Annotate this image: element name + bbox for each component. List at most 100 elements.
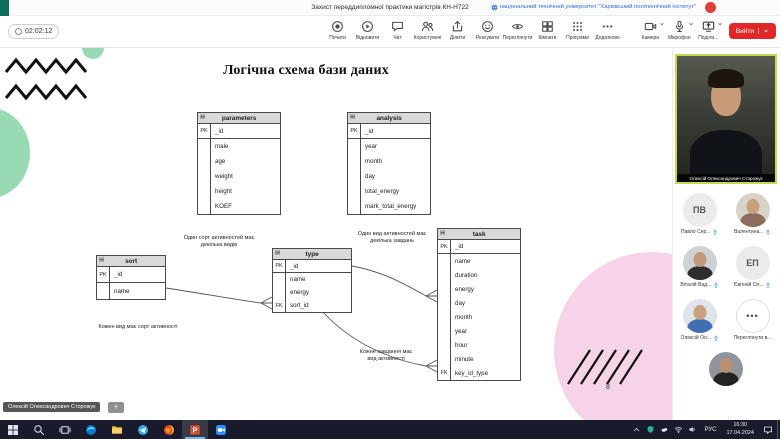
- chevron-up-icon[interactable]: [629, 420, 643, 439]
- users-icon: [421, 20, 434, 33]
- corner-accent: [0, 0, 9, 16]
- toolbar-rooms-button[interactable]: Кімнати: [533, 19, 562, 41]
- relation-label-3: Один вид активностей має декілька завдан…: [358, 231, 426, 246]
- speaker-pill-expand-button[interactable]: +: [108, 402, 124, 413]
- toolbar-camera-button[interactable]: Камера: [637, 19, 664, 41]
- folder-icon: [111, 424, 123, 436]
- participant-1[interactable]: ПВ Павло Сер...: [674, 193, 726, 235]
- toolbar-start-label: Почати: [329, 35, 346, 41]
- toolbar-apps-button[interactable]: Програми: [563, 19, 592, 41]
- system-tray: РУС 16:30 17.04.2024: [629, 420, 780, 439]
- mic-icon: [673, 20, 686, 33]
- telegram-icon: [137, 424, 149, 436]
- participant-4[interactable]: ЕПЄвгеній Ол...: [727, 246, 779, 288]
- participant-7[interactable]: [700, 352, 752, 386]
- toolbar-screen-share-label: Поділи...: [698, 35, 718, 41]
- mic-icon: [713, 335, 719, 341]
- participant-name-row: Олексій Ол...: [681, 335, 719, 341]
- chat-icon: [391, 20, 404, 33]
- share-icon: [451, 20, 464, 33]
- leave-label: Вийти: [736, 28, 754, 35]
- rooms-icon: [541, 20, 554, 33]
- profile-avatar[interactable]: [705, 2, 716, 13]
- notification-center-button[interactable]: [759, 420, 777, 439]
- shared-screen-slide: Логічна схема бази даних ▤parametersPK_i…: [0, 48, 672, 420]
- toolbar-share-button[interactable]: Ділити: [443, 19, 472, 41]
- mic-icon: [765, 229, 771, 235]
- windows-taskbar: P РУС 16:30 17.04.2024: [0, 420, 780, 439]
- toolbar-apps-label: Програми: [566, 35, 589, 41]
- taskbar-firefox-button[interactable]: [156, 420, 182, 439]
- toolbar-start-button[interactable]: Почати: [323, 19, 352, 41]
- taskbar-telegram-button[interactable]: [130, 420, 156, 439]
- leave-chevron-down-icon[interactable]: [758, 28, 769, 34]
- participants-sidebar: Олексій Олександрович Сторожук ПВ Павло С…: [672, 48, 780, 420]
- recording-timer[interactable]: 02:02:12: [8, 24, 59, 39]
- toolbar-participants-button[interactable]: Користувачі: [413, 19, 442, 41]
- camera-icon: [644, 20, 657, 33]
- device-buttons: КамераМікрофон Поділи...: [637, 19, 722, 41]
- org-link[interactable]: національний технічний університет "Харк…: [491, 4, 696, 11]
- firefox-icon: [163, 424, 175, 436]
- windows-icon: [7, 424, 19, 436]
- taskbar-task-view-button[interactable]: [52, 420, 78, 439]
- speaker-name: Олексій Олександрович Сторожук: [8, 404, 95, 410]
- volume-icon[interactable]: [685, 420, 699, 439]
- participant-name-row: Павло Сер...: [681, 229, 718, 235]
- meeting-title: Захист переддипломної практики магістрів…: [311, 4, 468, 11]
- toolbar-resume-button[interactable]: Відновити: [353, 19, 382, 41]
- relation-label-1: Один сорт активностей має декілька видів: [184, 235, 255, 250]
- powerpoint-icon: P: [189, 424, 201, 436]
- screen-share-chevron-down-icon[interactable]: [717, 21, 723, 27]
- react-icon: [481, 20, 494, 33]
- camera-chevron-down-icon[interactable]: [659, 21, 665, 27]
- avatar-photo: [683, 246, 717, 280]
- mic-icon: [765, 282, 771, 288]
- active-speaker-video[interactable]: Олексій Олександрович Сторожук: [675, 54, 777, 184]
- participant-2[interactable]: Валентина...: [727, 193, 779, 235]
- participant-name-row: Переглянути в...: [734, 335, 772, 341]
- toolbar-chat-button[interactable]: Чат: [383, 19, 412, 41]
- meeting-window: Захист переддипломної практики магістрів…: [0, 0, 780, 439]
- apps-icon: [571, 20, 584, 33]
- participant-name: Валентина...: [734, 229, 763, 235]
- avatar-initials: ПВ: [683, 193, 717, 227]
- zoomapp-icon: [215, 424, 227, 436]
- toolbar-view-button[interactable]: Переглянути: [503, 19, 532, 41]
- toolbar-share-label: Ділити: [450, 35, 465, 41]
- toolbar-mic-button[interactable]: Мікрофон: [666, 19, 693, 41]
- toolbar-screen-share-button[interactable]: Поділи...: [695, 19, 722, 41]
- titlebar: Захист переддипломної практики магістрів…: [0, 0, 780, 16]
- clock[interactable]: 16:30 17.04.2024: [721, 422, 759, 436]
- toolbar-react-button[interactable]: Реагувати: [473, 19, 502, 41]
- record-indicator-icon: [15, 28, 22, 35]
- participant-6[interactable]: •••Переглянути в...: [727, 299, 779, 341]
- taskbar-search-button[interactable]: [26, 420, 52, 439]
- participants-grid: ПВ Павло Сер... Валентина... Віталій Вад...…: [673, 190, 780, 386]
- taskbar-explorer-button[interactable]: [104, 420, 130, 439]
- taskbar-zoom-button[interactable]: [208, 420, 234, 439]
- taskbar-edge-button[interactable]: [78, 420, 104, 439]
- wifi-icon[interactable]: [671, 420, 685, 439]
- language-indicator[interactable]: РУС: [699, 427, 721, 433]
- toolbar-resume-label: Відновити: [356, 35, 379, 41]
- leave-button[interactable]: Вийти: [729, 23, 776, 39]
- toolbar-react-label: Реагувати: [476, 35, 499, 41]
- relation-label-2: Кожен вид має сорт активності: [99, 324, 178, 331]
- mic-chevron-down-icon[interactable]: [688, 21, 694, 27]
- toolbar-view-label: Переглянути: [503, 35, 533, 41]
- mic-icon: [712, 229, 718, 235]
- participant-5[interactable]: Олексій Ол...: [674, 299, 726, 341]
- taskbar-powerpoint-button[interactable]: P: [182, 420, 208, 439]
- toolbar-right-group: КамераМікрофон Поділи... Вийти: [637, 19, 776, 41]
- cloud-icon[interactable]: [657, 420, 671, 439]
- participant-name-row: Валентина...: [734, 229, 771, 235]
- toolbar-more-button[interactable]: Додатково: [593, 19, 622, 41]
- participant-name: Павло Сер...: [681, 229, 710, 235]
- participant-3[interactable]: Віталій Вад...: [674, 246, 726, 288]
- screen-share-icon: [702, 20, 715, 33]
- shield-icon[interactable]: [643, 420, 657, 439]
- relation-labels: Один сорт активностей має декілька видів…: [0, 48, 672, 420]
- taskbar-start-button[interactable]: [0, 420, 26, 439]
- participant-name: Олексій Ол...: [681, 335, 712, 341]
